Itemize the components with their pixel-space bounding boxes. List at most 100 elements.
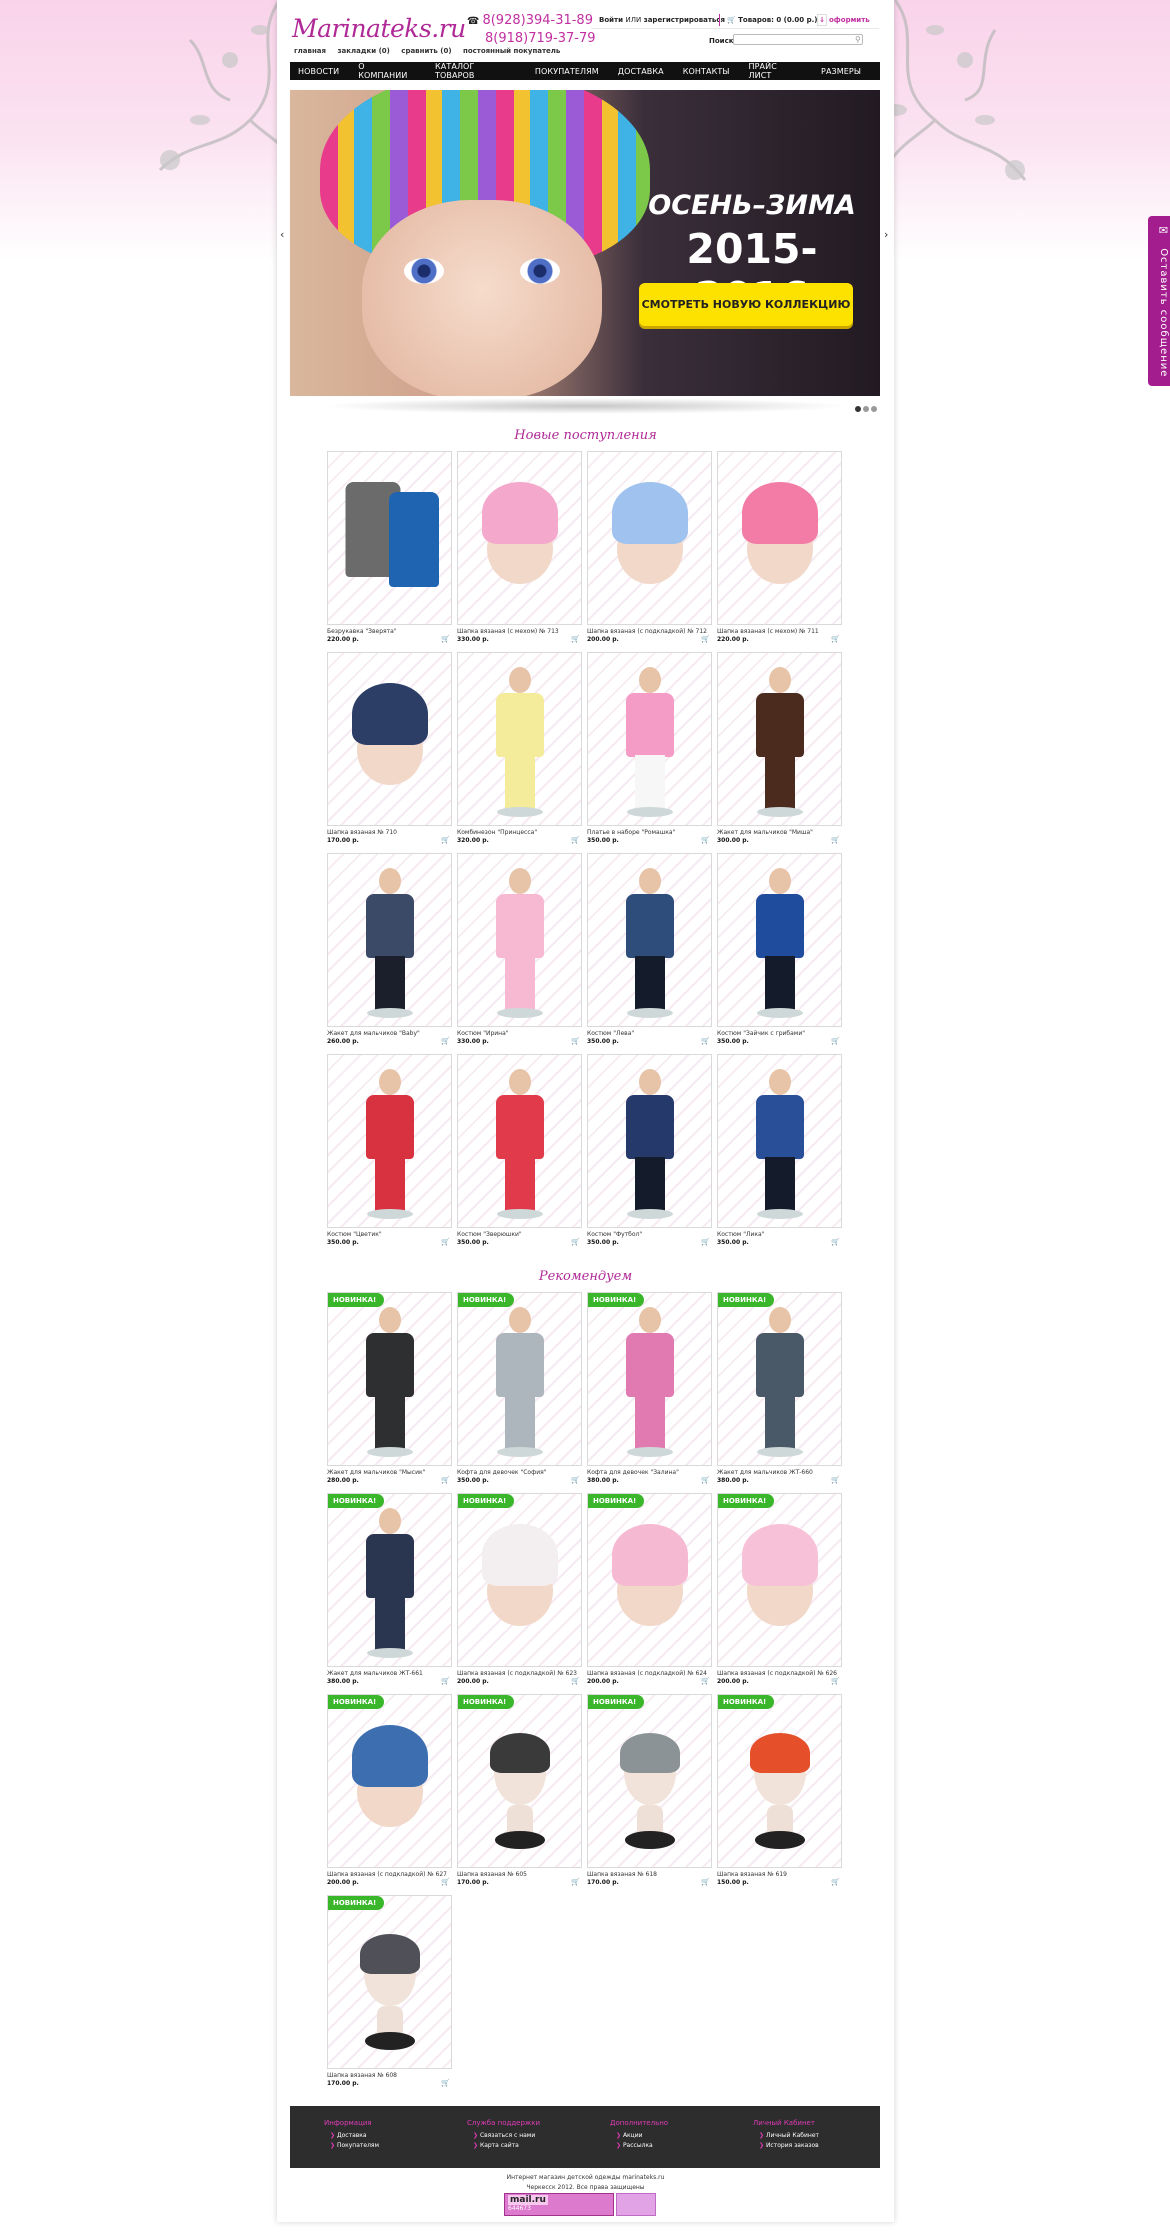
register-link[interactable]: зарегистрироваться (644, 16, 725, 24)
product-name[interactable]: Костюм "Лева" (587, 1030, 709, 1037)
product-card[interactable]: Костюм "Зверюшки" 350.00 р. 🛒 (457, 1054, 582, 1246)
add-to-cart-icon[interactable]: 🛒 (571, 1476, 580, 1484)
product-image[interactable] (327, 1054, 452, 1228)
footer-link-delivery[interactable]: Доставка (330, 2132, 379, 2139)
product-image[interactable]: НОВИНКА! (717, 1493, 842, 1667)
site-logo[interactable]: Marinateks.ru (292, 14, 466, 43)
product-card[interactable]: НОВИНКА! Жакет для мальчиков ЖТ-660 380.… (717, 1292, 842, 1484)
product-card[interactable]: НОВИНКА! Жакет для мальчиков "Мысик" 280… (327, 1292, 452, 1484)
add-to-cart-icon[interactable]: 🛒 (701, 1677, 710, 1685)
product-image[interactable] (717, 853, 842, 1027)
add-to-cart-icon[interactable]: 🛒 (571, 635, 580, 643)
product-card[interactable]: Шапка вязаная № 710 170.00 р. 🛒 (327, 652, 452, 844)
add-to-cart-icon[interactable]: 🛒 (831, 1677, 840, 1685)
product-name[interactable]: Безрукавка "Зверята" (327, 628, 449, 635)
add-to-cart-icon[interactable]: 🛒 (441, 1677, 450, 1685)
product-image[interactable] (587, 1054, 712, 1228)
link-regular-customer[interactable]: постоянный покупатель (463, 47, 560, 55)
nav-sizes[interactable]: РАЗМЕРЫ (821, 67, 861, 76)
product-card[interactable]: Комбинезон "Принцесса" 320.00 р. 🛒 (457, 652, 582, 844)
cart-summary[interactable]: 🛒 Товаров: 0 (0.00 р.) (727, 11, 817, 29)
product-image[interactable]: НОВИНКА! (587, 1493, 712, 1667)
slider-prev-arrow[interactable]: ‹ (280, 228, 284, 241)
footer-link-sitemap[interactable]: Карта сайта (473, 2142, 540, 2149)
product-name[interactable]: Шапка вязаная № 608 (327, 2072, 449, 2079)
footer-link-customers[interactable]: Покупателям (330, 2142, 379, 2149)
product-image[interactable] (587, 853, 712, 1027)
product-name[interactable]: Шапка вязаная (с мехом) № 711 (717, 628, 839, 635)
slider-dot-1[interactable] (855, 406, 861, 412)
product-image[interactable]: НОВИНКА! (327, 1895, 452, 2069)
product-name[interactable]: Комбинезон "Принцесса" (457, 829, 579, 836)
nav-delivery[interactable]: ДОСТАВКА (618, 67, 664, 76)
add-to-cart-icon[interactable]: 🛒 (831, 1238, 840, 1246)
add-to-cart-icon[interactable]: 🛒 (701, 1037, 710, 1045)
product-name[interactable]: Жакет для мальчиков "Миша" (717, 829, 839, 836)
add-to-cart-icon[interactable]: 🛒 (831, 1037, 840, 1045)
product-image[interactable] (457, 451, 582, 625)
footer-link-account[interactable]: Личный Кабинет (759, 2132, 819, 2139)
product-image[interactable]: НОВИНКА! (717, 1694, 842, 1868)
add-to-cart-icon[interactable]: 🛒 (441, 1878, 450, 1886)
add-to-cart-icon[interactable]: 🛒 (441, 1238, 450, 1246)
product-card[interactable]: Костюм "Ирина" 330.00 р. 🛒 (457, 853, 582, 1045)
product-image[interactable] (587, 652, 712, 826)
product-name[interactable]: Кофта для девочек "Залина" (587, 1469, 709, 1476)
add-to-cart-icon[interactable]: 🛒 (571, 1677, 580, 1685)
product-card[interactable]: НОВИНКА! Шапка вязаная (с подкладкой) № … (587, 1493, 712, 1685)
add-to-cart-icon[interactable]: 🛒 (831, 1476, 840, 1484)
product-card[interactable]: НОВИНКА! Шапка вязаная № 608 170.00 р. 🛒 (327, 1895, 452, 2087)
leave-message-tab[interactable]: ✉ Оставить сообщение (1148, 216, 1170, 386)
product-image[interactable] (327, 652, 452, 826)
footer-link-contact[interactable]: Связаться с нами (473, 2132, 540, 2139)
product-image[interactable] (457, 1054, 582, 1228)
product-card[interactable]: Шапка вязаная (с подкладкой) № 712 200.0… (587, 451, 712, 643)
product-card[interactable]: Жакет для мальчиков "Миша" 300.00 р. 🛒 (717, 652, 842, 844)
product-name[interactable]: Шапка вязаная (с мехом) № 713 (457, 628, 579, 635)
product-card[interactable]: НОВИНКА! Кофта для девочек "София" 350.0… (457, 1292, 582, 1484)
product-card[interactable]: Безрукавка "Зверята" 220.00 р. 🛒 (327, 451, 452, 643)
product-name[interactable]: Шапка вязаная (с подкладкой) № 712 (587, 628, 709, 635)
product-card[interactable]: Костюм "Зайчик с грибами" 350.00 р. 🛒 (717, 853, 842, 1045)
checkout-link[interactable]: ↓ оформить (817, 11, 870, 29)
footer-link-promotions[interactable]: Акции (616, 2132, 668, 2139)
product-image[interactable] (327, 853, 452, 1027)
add-to-cart-icon[interactable]: 🛒 (831, 836, 840, 844)
nav-catalog[interactable]: КАТАЛОГ ТОВАРОВ (435, 62, 516, 80)
footer-link-newsletter[interactable]: Рассылка (616, 2142, 668, 2149)
product-card[interactable]: Костюм "Футбол" 350.00 р. 🛒 (587, 1054, 712, 1246)
product-card[interactable]: Костюм "Лика" 350.00 р. 🛒 (717, 1054, 842, 1246)
nav-news[interactable]: НОВОСТИ (298, 67, 339, 76)
product-name[interactable]: Кофта для девочек "София" (457, 1469, 579, 1476)
product-name[interactable]: Жакет для мальчиков ЖТ-660 (717, 1469, 839, 1476)
add-to-cart-icon[interactable]: 🛒 (571, 1037, 580, 1045)
counter-badge[interactable] (616, 2193, 656, 2216)
nav-customers[interactable]: ПОКУПАТЕЛЯМ (535, 67, 599, 76)
search-icon[interactable]: ⚲ (855, 35, 861, 44)
slider-dot-2[interactable] (863, 406, 869, 412)
nav-price-list[interactable]: ПРАЙС ЛИСТ (749, 62, 803, 80)
add-to-cart-icon[interactable]: 🛒 (441, 1476, 450, 1484)
product-name[interactable]: Шапка вязаная № 605 (457, 1871, 579, 1878)
product-card[interactable]: НОВИНКА! Шапка вязаная № 619 150.00 р. 🛒 (717, 1694, 842, 1886)
product-card[interactable]: НОВИНКА! Жакет для мальчиков ЖТ-661 380.… (327, 1493, 452, 1685)
view-collection-button[interactable]: СМОТРЕТЬ НОВУЮ КОЛЛЕКЦИЮ (639, 283, 853, 326)
product-card[interactable]: Костюм "Лева" 350.00 р. 🛒 (587, 853, 712, 1045)
promo-slider[interactable]: ОСЕНЬ–ЗИМА 2015-2016 СМОТРЕТЬ НОВУЮ КОЛЛ… (290, 90, 880, 396)
product-name[interactable]: Шапка вязаная (с подкладкой) № 627 (327, 1871, 449, 1878)
product-name[interactable]: Жакет для мальчиков ЖТ-661 (327, 1670, 449, 1677)
add-to-cart-icon[interactable]: 🛒 (701, 836, 710, 844)
product-image[interactable] (587, 451, 712, 625)
add-to-cart-icon[interactable]: 🛒 (571, 836, 580, 844)
add-to-cart-icon[interactable]: 🛒 (701, 1878, 710, 1886)
product-name[interactable]: Жакет для мальчиков "Мысик" (327, 1469, 449, 1476)
product-name[interactable]: Костюм "Зверюшки" (457, 1231, 579, 1238)
mailru-counter[interactable]: mail.ru 644673 (504, 2193, 614, 2216)
link-compare[interactable]: сравнить (0) (401, 47, 451, 55)
product-card[interactable]: Костюм "Цветик" 350.00 р. 🛒 (327, 1054, 452, 1246)
product-name[interactable]: Костюм "Футбол" (587, 1231, 709, 1238)
product-name[interactable]: Шапка вязаная № 710 (327, 829, 449, 836)
product-image[interactable]: НОВИНКА! (457, 1493, 582, 1667)
product-image[interactable]: НОВИНКА! (327, 1292, 452, 1466)
search-input[interactable] (733, 34, 863, 45)
